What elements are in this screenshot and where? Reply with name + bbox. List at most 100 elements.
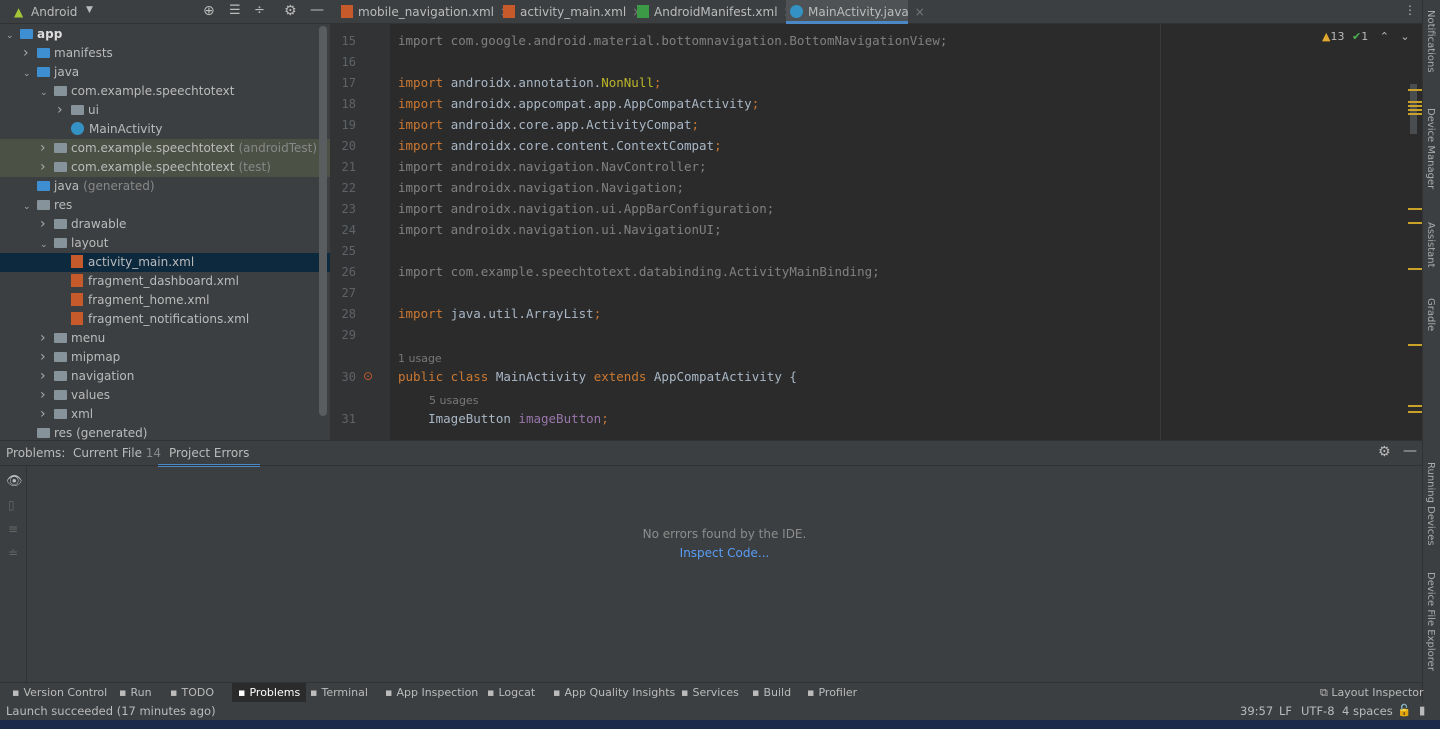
tree-item[interactable]: › drawable <box>0 215 330 234</box>
gear-icon[interactable]: ⚙ <box>284 3 297 19</box>
code-line[interactable]: import androidx.core.content.ContextComp… <box>398 138 722 153</box>
encoding[interactable]: UTF-8 <box>1301 704 1335 718</box>
code-line[interactable]: import androidx.navigation.Navigation; <box>398 180 684 195</box>
project-view-selector[interactable]: Android <box>31 5 77 19</box>
lock-icon[interactable]: 🔓 <box>1397 703 1411 717</box>
code-line[interactable]: import androidx.appcompat.app.AppCompatA… <box>398 96 759 111</box>
indent[interactable]: 4 spaces <box>1342 704 1393 718</box>
chevron-right-icon[interactable]: › <box>40 139 54 158</box>
code-line[interactable]: import androidx.navigation.ui.AppBarConf… <box>398 201 774 216</box>
tree-item[interactable]: fragment_notifications.xml <box>0 310 330 329</box>
tree-item[interactable]: fragment_home.xml <box>0 291 330 310</box>
chevron-right-icon[interactable]: › <box>40 405 54 424</box>
tool-app-quality-insights[interactable]: ▪ App Quality Insights <box>553 686 675 699</box>
minimize-icon[interactable]: — <box>310 2 324 18</box>
chevron-right-icon[interactable]: › <box>40 348 54 367</box>
tree-item[interactable]: ⌄ app <box>0 25 330 44</box>
tree-item[interactable]: › menu <box>0 329 330 348</box>
tool-version-control[interactable]: ▪ Version Control <box>12 686 107 699</box>
expand-icon[interactable]: ≡ <box>8 522 18 536</box>
collapse-icon[interactable]: ≐ <box>8 546 18 560</box>
chevron-right-icon[interactable]: › <box>57 101 71 120</box>
code-line[interactable]: import androidx.navigation.ui.Navigation… <box>398 222 722 237</box>
line-separator[interactable]: LF <box>1279 704 1292 718</box>
chevron-right-icon[interactable]: › <box>40 215 54 234</box>
right-tool-device-file-explorer[interactable]: Device File Explorer <box>1425 572 1436 671</box>
eye-icon[interactable]: 👁 <box>6 474 23 489</box>
tree-item[interactable]: MainActivity <box>0 120 330 139</box>
right-tool-gradle[interactable]: Gradle <box>1425 298 1436 331</box>
tree-item[interactable]: res (generated) <box>0 424 330 440</box>
memory-icon[interactable]: ▮ <box>1419 703 1425 717</box>
tool-build[interactable]: ▪ Build <box>752 686 791 699</box>
tool-logcat[interactable]: ▪ Logcat <box>487 686 535 699</box>
chevron-right-icon[interactable]: › <box>40 367 54 386</box>
chevron-down-icon[interactable]: ▼ <box>86 5 93 15</box>
chevron-right-icon[interactable]: › <box>40 158 54 177</box>
tree-item[interactable]: ⌄ layout <box>0 234 330 253</box>
tree-item[interactable]: ⌄ java <box>0 63 330 82</box>
right-tool-notifications[interactable]: Notifications <box>1425 10 1436 73</box>
tab-current-file[interactable]: Current File 14 <box>73 446 161 460</box>
minimize-icon[interactable]: — <box>1403 443 1417 459</box>
code-line[interactable]: import androidx.annotation.NonNull; <box>398 75 661 90</box>
xml-file-icon <box>71 312 83 325</box>
tree-item[interactable]: ⌄ res <box>0 196 330 215</box>
tree-item[interactable]: ⌄ com.example.speechtotext <box>0 82 330 101</box>
editor-tab[interactable]: MainActivity.java × <box>786 0 925 24</box>
tree-item[interactable]: › ui <box>0 101 330 120</box>
tree-item[interactable]: fragment_dashboard.xml <box>0 272 330 291</box>
code-line[interactable]: import androidx.core.app.ActivityCompat; <box>398 117 699 132</box>
tool-profiler[interactable]: ▪ Profiler <box>807 686 857 699</box>
tree-item[interactable]: java (generated) <box>0 177 330 196</box>
tree-item[interactable]: activity_main.xml <box>0 253 330 272</box>
gear-icon[interactable]: ⚙ <box>1378 444 1391 460</box>
tool-app-inspection[interactable]: ▪ App Inspection <box>385 686 478 699</box>
tree-item[interactable]: › xml <box>0 405 330 424</box>
tool-run[interactable]: ▪ Run <box>119 686 152 699</box>
code-editor[interactable]: 15 16 17 18 19 20 21 22 23 24 25 26 27 28 29 30 ⊙ 31 impo… <box>330 24 1422 440</box>
locate-icon[interactable]: ⊕ <box>203 3 215 19</box>
tree-scrollbar[interactable] <box>319 26 327 416</box>
usage-hint[interactable]: 5 usages <box>429 394 478 407</box>
chevron-right-icon[interactable]: › <box>40 329 54 348</box>
code-line[interactable]: import androidx.navigation.NavController… <box>398 159 707 174</box>
code-token: import androidx.navigation.ui.AppBarConf… <box>398 201 775 216</box>
tool-services[interactable]: ▪ Services <box>681 686 739 699</box>
tree-item[interactable]: › mipmap <box>0 348 330 367</box>
tree-item[interactable]: › values <box>0 386 330 405</box>
tree-item[interactable]: › navigation <box>0 367 330 386</box>
tree-item[interactable]: › manifests <box>0 44 330 63</box>
preview-icon[interactable]: ▯ <box>8 498 15 512</box>
status-message[interactable]: Launch succeeded (17 minutes ago) <box>6 704 216 718</box>
tool-layout-inspector[interactable]: ⧉ Layout Inspector <box>1320 686 1424 700</box>
close-icon[interactable]: × <box>915 5 925 19</box>
code-line[interactable]: import com.example.speechtotext.databind… <box>398 264 880 279</box>
more-icon[interactable]: ⋮ <box>1404 3 1416 17</box>
editor-tab[interactable]: activity_main.xml× <box>499 0 642 24</box>
xml-icon <box>503 5 515 18</box>
tab-project-errors[interactable]: Project Errors <box>158 441 261 467</box>
tool-todo[interactable]: ▪ TODO <box>170 686 214 699</box>
tree-item[interactable]: › com.example.speechtotext (test) <box>0 158 330 177</box>
tool-terminal[interactable]: ▪ Terminal <box>310 686 368 699</box>
chevron-right-icon[interactable]: › <box>40 386 54 405</box>
code-line[interactable]: import java.util.ArrayList; <box>398 306 601 321</box>
collapse-all-icon[interactable]: ÷ <box>254 3 265 18</box>
right-tool-device-manager[interactable]: Device Manager <box>1425 108 1436 189</box>
expand-all-icon[interactable]: ☰ <box>229 3 241 18</box>
caret-position[interactable]: 39:57 <box>1240 704 1273 718</box>
usage-hint[interactable]: 1 usage <box>398 352 442 365</box>
inspect-code-link[interactable]: Inspect Code... <box>680 546 770 560</box>
editor-tab[interactable]: mobile_navigation.xml× <box>337 0 510 24</box>
tree-item[interactable]: › com.example.speechtotext (androidTest) <box>0 139 330 158</box>
code-line[interactable]: public class MainActivity extends AppCom… <box>398 369 797 384</box>
code-line[interactable]: import com.google.android.material.botto… <box>398 33 947 48</box>
implementation-icon[interactable]: ⊙ <box>363 369 373 383</box>
chevron-right-icon[interactable]: › <box>23 44 37 63</box>
right-tool-running-devices[interactable]: Running Devices <box>1425 462 1436 546</box>
code-line[interactable]: ImageButton imageButton; <box>398 411 609 426</box>
editor-tab[interactable]: AndroidManifest.xml× <box>633 0 794 24</box>
tool-problems[interactable]: ▪ Problems <box>232 683 307 702</box>
right-tool-assistant[interactable]: Assistant <box>1425 222 1436 268</box>
